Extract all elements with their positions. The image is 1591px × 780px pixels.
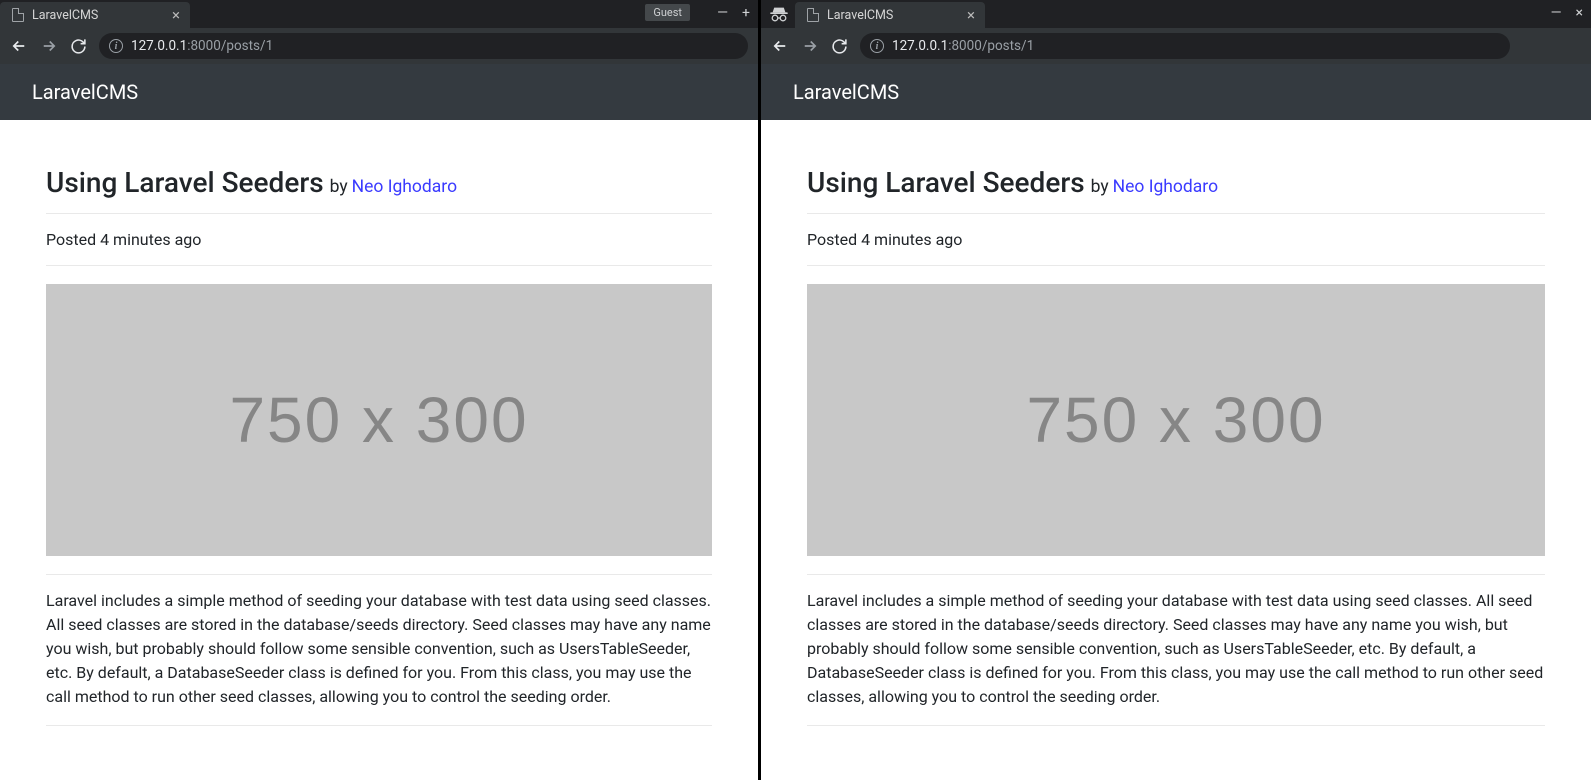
divider bbox=[807, 574, 1545, 575]
post-header: Using Laravel Seeders by Neo Ighodaro bbox=[807, 166, 1545, 214]
by-label: by bbox=[330, 177, 348, 197]
browser-toolbar: i 127.0.0.1:8000/posts/1 bbox=[761, 28, 1591, 64]
post-body: Laravel includes a simple method of seed… bbox=[46, 589, 712, 726]
minimize-icon[interactable]: — bbox=[1551, 6, 1562, 20]
author-link[interactable]: Neo Ighodaro bbox=[352, 177, 457, 197]
close-window-icon[interactable]: × bbox=[1576, 6, 1583, 20]
tab-title: LaravelCMS bbox=[32, 8, 164, 23]
tab-strip: LaravelCMS × Guest — + bbox=[0, 0, 758, 28]
guest-badge[interactable]: Guest bbox=[645, 4, 690, 21]
browser-toolbar: i 127.0.0.1:8000/posts/1 bbox=[0, 28, 758, 64]
navbar-brand[interactable]: LaravelCMS bbox=[32, 80, 138, 104]
by-label: by bbox=[1091, 177, 1109, 197]
url-text: 127.0.0.1:8000/posts/1 bbox=[892, 38, 1034, 54]
hero-placeholder: 750 x 300 bbox=[807, 284, 1545, 556]
page-icon bbox=[807, 8, 819, 22]
reload-button[interactable] bbox=[831, 38, 848, 55]
divider bbox=[46, 574, 712, 575]
page-content: Using Laravel Seeders by Neo Ighodaro Po… bbox=[761, 120, 1591, 780]
browser-tab[interactable]: LaravelCMS × bbox=[0, 2, 190, 28]
minimize-icon[interactable]: — bbox=[717, 6, 728, 20]
author-link[interactable]: Neo Ighodaro bbox=[1113, 177, 1218, 197]
tab-title: LaravelCMS bbox=[827, 8, 959, 23]
back-button[interactable] bbox=[10, 37, 28, 55]
post-header: Using Laravel Seeders by Neo Ighodaro bbox=[46, 166, 712, 214]
window-controls: — + bbox=[717, 6, 750, 20]
browser-window-right: LaravelCMS × — × i 127.0.0.1:8000/posts/… bbox=[761, 0, 1591, 780]
placeholder-text: 750 x 300 bbox=[229, 383, 528, 457]
forward-button[interactable] bbox=[801, 37, 819, 55]
site-info-icon[interactable]: i bbox=[109, 39, 123, 53]
back-button[interactable] bbox=[771, 37, 789, 55]
hero-placeholder: 750 x 300 bbox=[46, 284, 712, 556]
post-body: Laravel includes a simple method of seed… bbox=[807, 589, 1545, 726]
browser-window-left: LaravelCMS × Guest — + i 127.0.0.1:8000/… bbox=[0, 0, 761, 780]
app-navbar: LaravelCMS bbox=[761, 64, 1591, 120]
app-navbar: LaravelCMS bbox=[0, 64, 758, 120]
posted-timestamp: Posted 4 minutes ago bbox=[46, 214, 712, 266]
posted-timestamp: Posted 4 minutes ago bbox=[807, 214, 1545, 266]
page-content: Using Laravel Seeders by Neo Ighodaro Po… bbox=[0, 120, 758, 780]
address-bar[interactable]: i 127.0.0.1:8000/posts/1 bbox=[99, 33, 748, 59]
page-icon bbox=[12, 8, 24, 22]
tab-strip: LaravelCMS × — × bbox=[761, 0, 1591, 28]
incognito-icon bbox=[769, 6, 789, 22]
window-controls: — × bbox=[1551, 6, 1583, 20]
browser-tab[interactable]: LaravelCMS × bbox=[795, 2, 985, 28]
post-title: Using Laravel Seeders bbox=[46, 166, 324, 199]
address-bar[interactable]: i 127.0.0.1:8000/posts/1 bbox=[860, 33, 1510, 59]
close-tab-icon[interactable]: × bbox=[172, 8, 180, 23]
placeholder-text: 750 x 300 bbox=[1026, 383, 1325, 457]
reload-button[interactable] bbox=[70, 38, 87, 55]
post-title: Using Laravel Seeders bbox=[807, 166, 1085, 199]
site-info-icon[interactable]: i bbox=[870, 39, 884, 53]
navbar-brand[interactable]: LaravelCMS bbox=[793, 80, 899, 104]
maximize-icon[interactable]: + bbox=[742, 6, 750, 20]
url-text: 127.0.0.1:8000/posts/1 bbox=[131, 38, 273, 54]
close-tab-icon[interactable]: × bbox=[967, 8, 975, 23]
forward-button[interactable] bbox=[40, 37, 58, 55]
